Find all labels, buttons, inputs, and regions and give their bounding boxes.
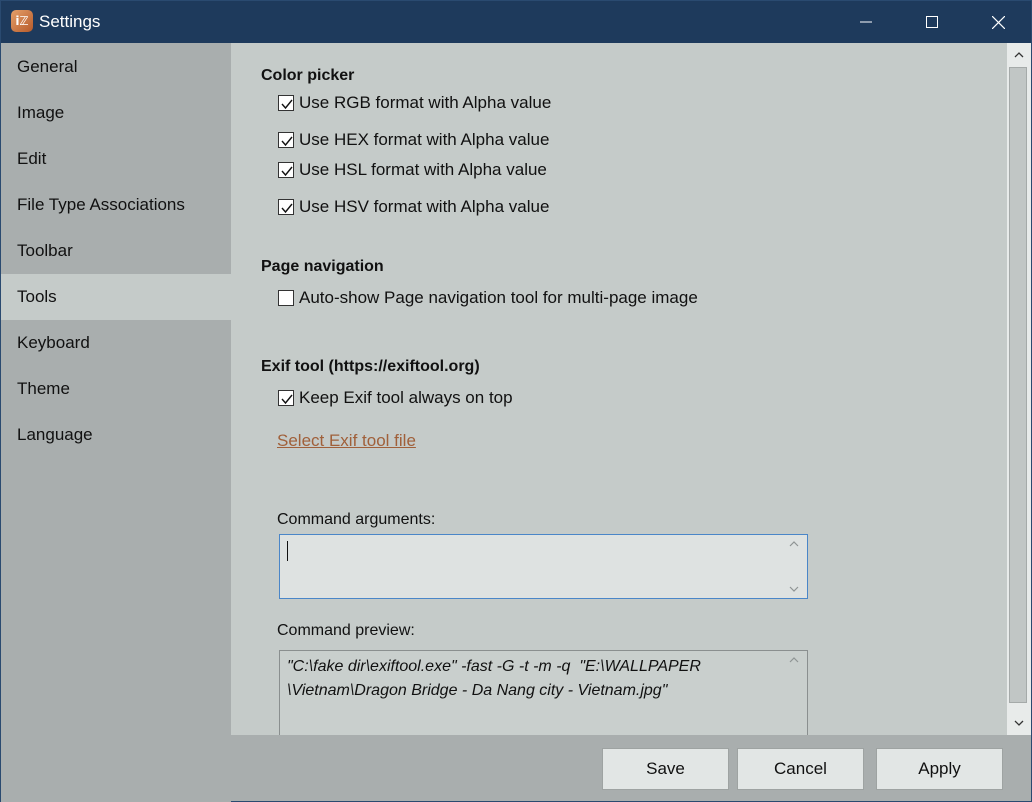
minimize-icon — [860, 21, 872, 23]
window-title: Settings — [39, 12, 101, 31]
command-preview-box[interactable]: "C:\fake dir\exiftool.exe" -fast -G -t -… — [279, 650, 808, 735]
hex-alpha-label: Use HEX format with Alpha value — [299, 130, 550, 149]
auto-show-page-nav-checkbox[interactable]: Auto-show Page navigation tool for multi… — [278, 287, 698, 309]
cancel-button[interactable]: Cancel — [737, 748, 864, 790]
close-button[interactable] — [965, 1, 1031, 43]
command-arguments-label: Command arguments: — [277, 511, 436, 528]
page-navigation-heading: Page navigation — [261, 258, 384, 275]
maximize-button[interactable] — [899, 1, 965, 43]
close-icon — [991, 15, 1005, 29]
settings-content: Color picker Use RGB format with Alpha v… — [231, 43, 1007, 735]
scroll-down-button[interactable] — [1007, 713, 1031, 733]
checkbox-checked-icon — [278, 199, 294, 215]
checkbox-checked-icon — [278, 95, 294, 111]
settings-window: iℤ Settings General Image Edit File Type… — [0, 0, 1032, 802]
chevron-down-icon — [1014, 720, 1024, 726]
apply-button[interactable]: Apply — [876, 748, 1003, 790]
rgb-alpha-checkbox[interactable]: Use RGB format with Alpha value — [278, 92, 551, 114]
checkbox-unchecked-icon — [278, 290, 294, 306]
hsv-alpha-checkbox[interactable]: Use HSV format with Alpha value — [278, 196, 549, 218]
checkbox-checked-icon — [278, 162, 294, 178]
hsl-alpha-label: Use HSL format with Alpha value — [299, 160, 547, 179]
chevron-up-icon — [789, 657, 799, 663]
title-bar[interactable]: iℤ Settings — [1, 1, 1031, 43]
command-preview-scrollbar[interactable] — [781, 651, 807, 735]
maximize-icon — [926, 16, 938, 28]
checkbox-checked-icon — [278, 132, 294, 148]
command-arguments-scrollbar[interactable] — [781, 535, 807, 598]
chevron-up-icon — [789, 541, 799, 547]
sidebar-item-keyboard[interactable]: Keyboard — [1, 320, 231, 366]
sidebar-item-image[interactable]: Image — [1, 90, 231, 136]
sidebar-item-language[interactable]: Language — [1, 412, 231, 458]
command-preview-value: "C:\fake dir\exiftool.exe" -fast -G -t -… — [287, 658, 701, 699]
dialog-footer: Save Cancel Apply — [231, 735, 1031, 801]
command-preview-label: Command preview: — [277, 622, 415, 639]
sidebar-item-edit[interactable]: Edit — [1, 136, 231, 182]
scrollbar-thumb[interactable] — [1009, 67, 1027, 703]
exif-tool-heading: Exif tool (https://exiftool.org) — [261, 358, 480, 375]
text-caret — [287, 541, 288, 561]
sidebar-item-toolbar[interactable]: Toolbar — [1, 228, 231, 274]
save-button[interactable]: Save — [602, 748, 729, 790]
rgb-alpha-label: Use RGB format with Alpha value — [299, 93, 552, 112]
command-arguments-input[interactable] — [279, 534, 808, 599]
hex-alpha-checkbox[interactable]: Use HEX format with Alpha value — [278, 129, 549, 151]
color-picker-heading: Color picker — [261, 67, 355, 84]
content-scrollbar[interactable] — [1007, 43, 1031, 735]
select-exif-tool-link[interactable]: Select Exif tool file — [277, 431, 416, 451]
checkbox-checked-icon — [278, 390, 294, 406]
auto-show-page-nav-label: Auto-show Page navigation tool for multi… — [299, 288, 698, 307]
sidebar-item-tools[interactable]: Tools — [1, 274, 231, 320]
exif-always-on-top-checkbox[interactable]: Keep Exif tool always on top — [278, 387, 513, 409]
minimize-button[interactable] — [833, 1, 899, 43]
chevron-down-icon — [789, 586, 799, 592]
scroll-up-button[interactable] — [1007, 45, 1031, 65]
exif-always-on-top-label: Keep Exif tool always on top — [299, 388, 513, 407]
hsl-alpha-checkbox[interactable]: Use HSL format with Alpha value — [278, 159, 547, 181]
app-logo-icon: iℤ — [11, 10, 33, 32]
chevron-up-icon — [1014, 52, 1024, 58]
hsv-alpha-label: Use HSV format with Alpha value — [299, 197, 550, 216]
sidebar-item-file-type-associations[interactable]: File Type Associations — [1, 182, 231, 228]
sidebar-item-theme[interactable]: Theme — [1, 366, 231, 412]
sidebar-nav: General Image Edit File Type Association… — [1, 43, 231, 802]
sidebar-item-general[interactable]: General — [1, 44, 231, 90]
